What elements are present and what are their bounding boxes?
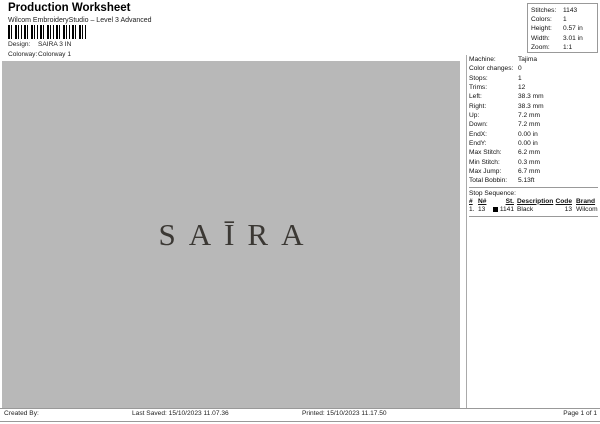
created-by-label: Created By: xyxy=(4,410,39,417)
design-label: Design: xyxy=(8,41,31,48)
thread-description: Black xyxy=(517,206,534,214)
colorway-label: Colorway: xyxy=(8,51,38,58)
col-header-needle: N# xyxy=(478,197,487,205)
summary-value: 1143 xyxy=(563,7,578,14)
design-value: SAIRA 3 IN xyxy=(38,41,72,48)
info-value: 38.3 mm xyxy=(518,102,544,110)
page-number: Page 1 of 1 xyxy=(563,410,597,417)
printed-text: Printed: 15/10/2023 11.17.50 xyxy=(302,410,387,417)
summary-row: Height: 0.57 in xyxy=(531,24,597,33)
machine-info-row: Stops: 1 xyxy=(469,74,598,83)
info-value: 0.3 mm xyxy=(518,158,540,166)
stop-sequence-data-row: 1. 13 1141 Black 13 Wilcom xyxy=(469,206,598,215)
stop-sequence-title: Stop Sequence: xyxy=(469,189,516,197)
summary-value: 0.57 in xyxy=(563,25,583,33)
info-label: EndY: xyxy=(469,140,487,148)
summary-label: Width: xyxy=(531,34,550,42)
info-value: 0.00 in xyxy=(518,140,538,148)
info-value: 1 xyxy=(518,74,522,82)
info-value: 6.7 mm xyxy=(518,168,540,176)
info-label: Max Stitch: xyxy=(469,149,502,157)
app-subtitle: Wilcom EmbroideryStudio – Level 3 Advanc… xyxy=(8,16,152,24)
summary-label: Stitches: xyxy=(531,7,557,14)
info-value: 7.2 mm xyxy=(518,112,540,120)
machine-info-row: Total Bobbin: 5.13ft xyxy=(469,176,598,185)
info-value: 38.3 mm xyxy=(518,93,544,101)
info-label: Right: xyxy=(469,102,487,110)
colorway-row: Colorway:Colorway 1 xyxy=(8,51,71,58)
production-worksheet-page: Production Worksheet Wilcom EmbroiderySt… xyxy=(0,0,600,424)
footer-bottom-rule xyxy=(0,421,600,422)
info-label: Min Stitch: xyxy=(469,158,500,166)
col-header-code: Code xyxy=(555,197,572,205)
info-label: Machine: xyxy=(469,56,496,63)
summary-value: 3.01 in xyxy=(563,34,583,42)
info-value: 6.2 mm xyxy=(518,149,540,157)
design-name-row: Design: SAIRA 3 IN xyxy=(8,41,71,48)
thread-color-swatch xyxy=(493,206,499,212)
col-header-num: # xyxy=(469,197,473,205)
design-summary-box: Stitches: 1143 Colors: 1 Height: 0.57 in Wi… xyxy=(527,3,598,53)
summary-row: Stitches: 1143 xyxy=(531,6,597,15)
info-value: 0.00 in xyxy=(518,130,538,138)
stop-stitches: 1141 xyxy=(492,206,514,215)
page-title: Production Worksheet xyxy=(8,2,131,14)
machine-info-row: Down: 7.2 mm xyxy=(469,120,598,129)
last-saved-text: Last Saved: 15/10/2023 11.07.36 xyxy=(132,410,229,417)
info-value: 0 xyxy=(518,65,522,73)
machine-info-row: Max Stitch: 6.2 mm xyxy=(469,148,598,157)
machine-info-row: Trims: 12 xyxy=(469,83,598,92)
summary-row: Zoom: 1:1 xyxy=(531,43,597,52)
info-value: 12 xyxy=(518,84,526,92)
info-label: Total Bobbin: xyxy=(469,177,508,185)
machine-info-row: EndY: 0.00 in xyxy=(469,139,598,148)
machine-info-row: Min Stitch: 0.3 mm xyxy=(469,158,598,167)
summary-label: Height: xyxy=(531,25,552,33)
col-header-stitches: St. xyxy=(505,197,514,205)
info-label: Left: xyxy=(469,93,482,101)
info-label: Max Jump: xyxy=(469,168,502,176)
design-preview-canvas: SAĪRA xyxy=(2,61,460,408)
summary-value: 1 xyxy=(563,16,567,24)
stop-num: 1. xyxy=(469,206,475,214)
machine-info-row: Machine: Tajima xyxy=(469,55,598,64)
info-label: EndX: xyxy=(469,130,487,138)
summary-value: 1:1 xyxy=(563,43,573,51)
footer-top-rule xyxy=(0,408,600,409)
barcode-icon xyxy=(8,25,88,39)
info-label: Stops: xyxy=(469,74,488,82)
stitch-count: 1141 xyxy=(499,206,514,214)
machine-info-row: Right: 38.3 mm xyxy=(469,102,598,111)
summary-label: Colors: xyxy=(531,16,552,24)
thread-code: 13 xyxy=(564,206,572,214)
info-label: Color changes: xyxy=(469,65,514,73)
info-value: 5.13ft xyxy=(518,177,535,185)
info-value: 7.2 mm xyxy=(518,121,540,129)
table-bottom-rule xyxy=(469,216,598,217)
summary-row: Colors: 1 xyxy=(531,15,597,24)
stop-needle: 13 xyxy=(478,206,486,214)
info-label: Down: xyxy=(469,121,488,129)
machine-info-row: Color changes: 0 xyxy=(469,64,598,73)
footer-bar: Created By: Last Saved: 15/10/2023 11.07… xyxy=(0,410,600,421)
machine-info-row: Up: 7.2 mm xyxy=(469,111,598,120)
info-column-divider xyxy=(466,55,467,408)
col-header-brand: Brand xyxy=(576,197,596,205)
summary-row: Width: 3.01 in xyxy=(531,34,597,43)
section-divider xyxy=(469,186,598,188)
summary-label: Zoom: xyxy=(531,43,550,51)
machine-info-row: Left: 38.3 mm xyxy=(469,92,598,101)
machine-info-row: EndX: 0.00 in xyxy=(469,130,598,139)
col-header-description: Description xyxy=(517,197,554,205)
info-label: Trims: xyxy=(469,84,488,92)
machine-info-panel: Machine: Tajima Color changes: 0 Stops: 1 T… xyxy=(469,55,598,217)
embroidery-design-text: SAĪRA xyxy=(158,216,317,252)
info-value: Tajima xyxy=(518,56,538,63)
machine-info-row: Max Jump: 6.7 mm xyxy=(469,167,598,176)
thread-brand: Wilcom xyxy=(576,206,598,214)
info-label: Up: xyxy=(469,112,480,120)
stop-sequence-header-row: # N# St. Description Code Brand xyxy=(469,198,598,207)
colorway-value: Colorway 1 xyxy=(38,51,71,58)
